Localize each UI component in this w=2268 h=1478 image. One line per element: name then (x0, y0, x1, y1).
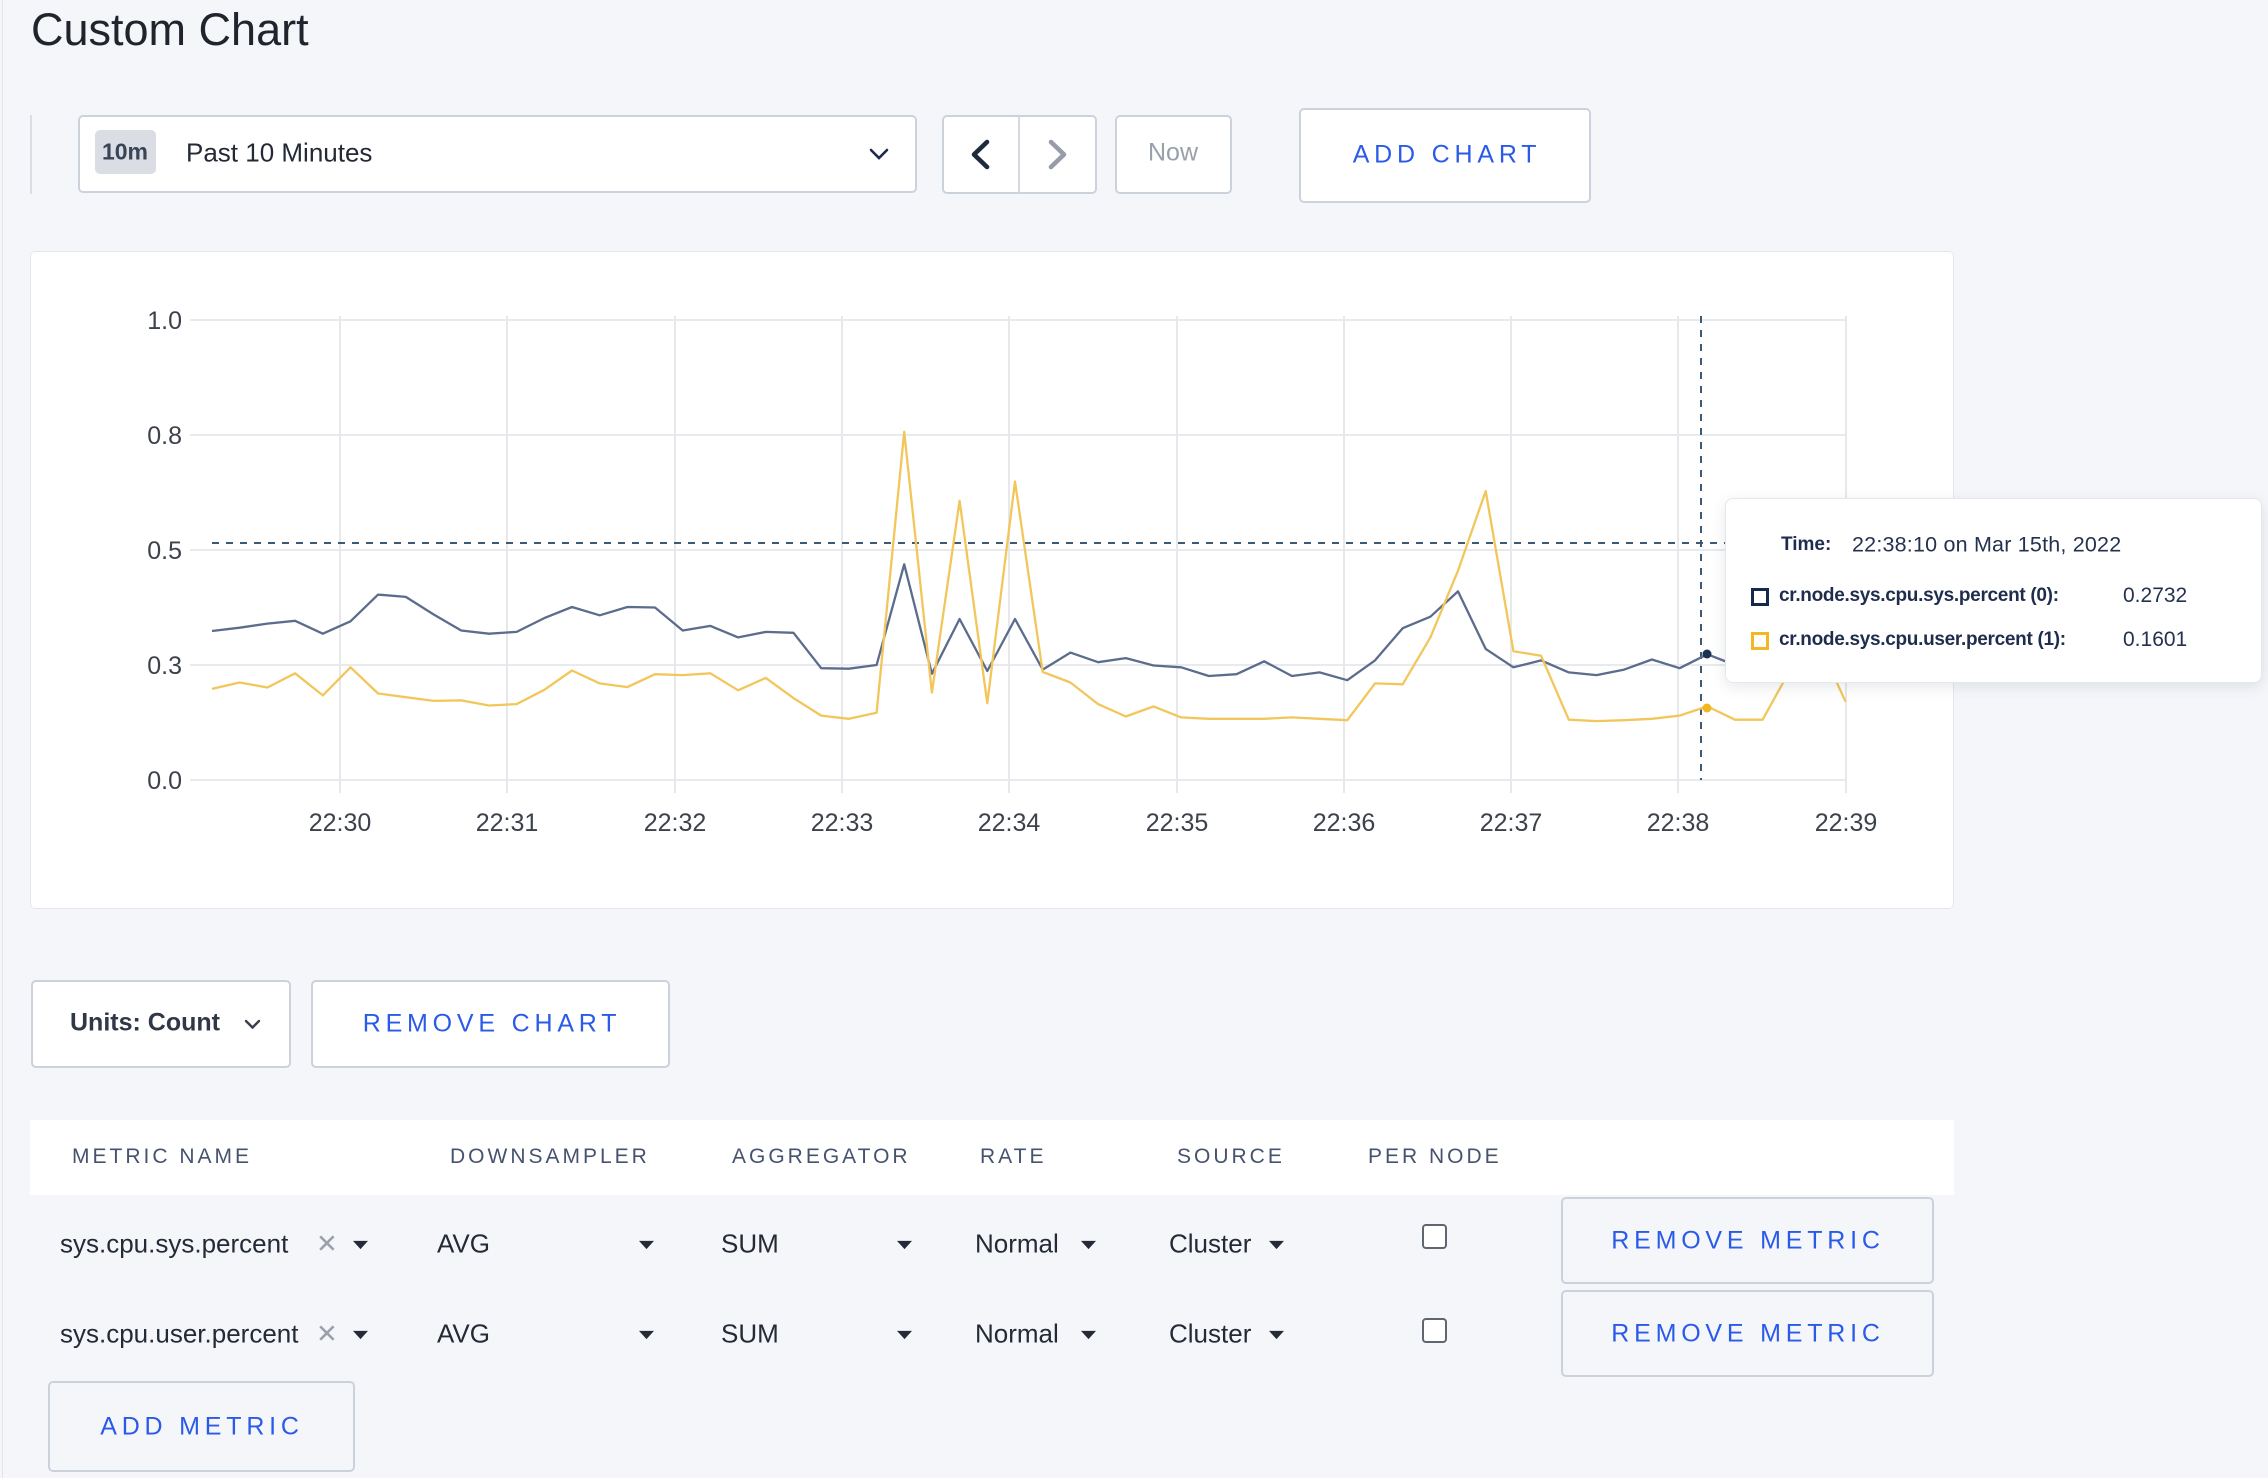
svg-text:22:37: 22:37 (1480, 809, 1543, 837)
svg-text:0.5: 0.5 (147, 537, 182, 565)
svg-text:22:30: 22:30 (309, 809, 372, 837)
svg-text:22:35: 22:35 (1146, 809, 1209, 837)
svg-text:22:39: 22:39 (1815, 809, 1878, 837)
svg-text:0.0: 0.0 (147, 767, 182, 795)
svg-text:22:36: 22:36 (1313, 809, 1376, 837)
svg-text:22:38: 22:38 (1647, 809, 1710, 837)
svg-text:22:31: 22:31 (476, 809, 539, 837)
svg-text:0.3: 0.3 (147, 652, 182, 680)
svg-text:22:34: 22:34 (978, 809, 1041, 837)
svg-text:0.8: 0.8 (147, 422, 182, 450)
svg-text:1.0: 1.0 (147, 307, 182, 335)
svg-text:22:32: 22:32 (644, 809, 707, 837)
svg-text:22:33: 22:33 (811, 809, 874, 837)
